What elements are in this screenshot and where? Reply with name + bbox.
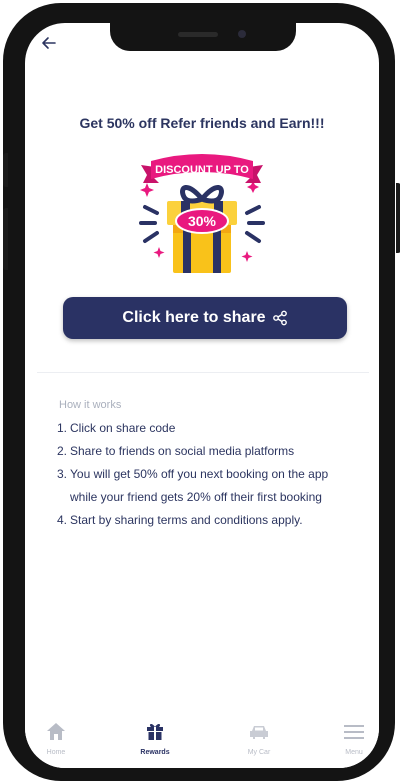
gift-icon (147, 723, 163, 740)
front-camera (238, 30, 246, 38)
mute-switch (3, 153, 8, 187)
page-title: Get 50% off Refer friends and Earn!!! (79, 115, 325, 131)
nav-home-label: Home (46, 749, 66, 756)
power-button (396, 183, 400, 253)
nav-my-car[interactable]: My Car (237, 723, 281, 756)
menu-icon (344, 725, 364, 739)
share-button[interactable]: Click here to share (63, 297, 347, 339)
phone-notch (110, 23, 296, 51)
how-it-works-steps: 1. Click on share code 2. Share to frien… (57, 417, 357, 532)
list-item: 3. You will get 50% off you next booking… (57, 467, 329, 504)
nav-rewards[interactable]: Rewards (133, 721, 177, 756)
volume-button (3, 208, 8, 270)
nav-menu[interactable]: Menu (337, 723, 371, 756)
nav-home[interactable]: Home (39, 721, 73, 756)
discount-gift-illustration: DISCOUNT UP TO 30% (139, 154, 265, 273)
bottom-navigation: Home Rewards My Car Menu (25, 713, 379, 768)
car-icon (250, 726, 268, 739)
list-item: 1. Click on share code (57, 421, 176, 435)
share-icon (272, 310, 288, 326)
speaker (178, 32, 218, 37)
how-it-works-title: How it works (59, 399, 122, 411)
phone-frame: Get 50% off Refer friends and Earn!!! DI… (3, 3, 400, 781)
app-screen: Get 50% off Refer friends and Earn!!! DI… (25, 23, 379, 768)
list-item: 2. Share to friends on social media plat… (57, 444, 295, 458)
list-item: 4. Start by sharing terms and conditions… (57, 513, 303, 527)
nav-rewards-label: Rewards (140, 749, 170, 756)
home-icon (47, 723, 65, 740)
back-arrow-icon (42, 37, 56, 49)
section-divider (37, 372, 369, 373)
share-button-label: Click here to share (122, 309, 266, 326)
back-button[interactable] (39, 33, 65, 55)
promo-badge-text: 30% (188, 213, 217, 229)
nav-menu-label: Menu (345, 749, 363, 756)
nav-my-car-label: My Car (247, 749, 271, 756)
promo-banner-text: DISCOUNT UP TO (155, 164, 249, 176)
